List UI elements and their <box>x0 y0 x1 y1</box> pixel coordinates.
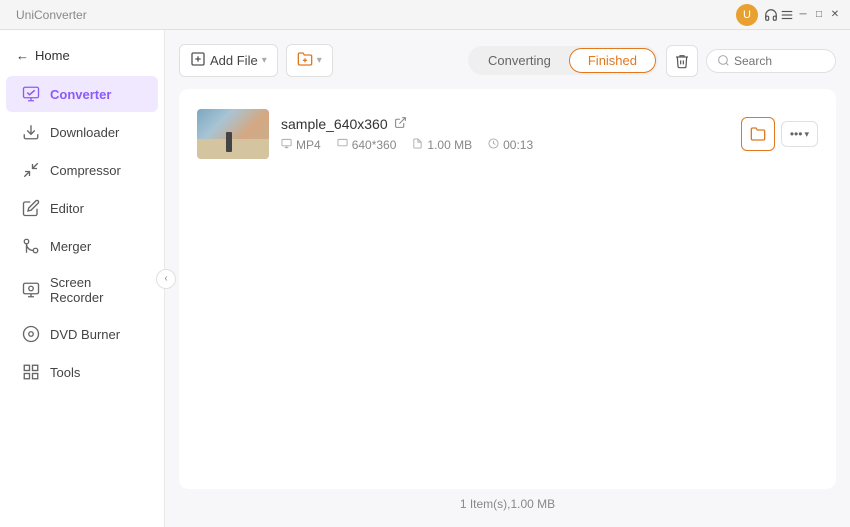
converter-icon <box>22 85 40 103</box>
thumbnail-image <box>197 109 269 159</box>
minimize-button[interactable]: ─ <box>796 8 810 22</box>
file-resolution-item: 640*360 <box>337 138 397 152</box>
app-layout: ← Home Converter Downloader <box>0 30 850 527</box>
home-label: Home <box>35 48 70 63</box>
menu-icon[interactable] <box>780 8 794 22</box>
maximize-button[interactable]: □ <box>812 8 826 22</box>
sidebar-item-merger[interactable]: Merger <box>6 228 158 264</box>
more-chevron-icon: ▾ <box>804 129 809 140</box>
file-name-row: sample_640x360 <box>281 116 729 132</box>
file-duration-item: 00:13 <box>488 138 533 152</box>
file-size: 1.00 MB <box>427 138 472 152</box>
toolbar: Add File ▾ ▾ Converting Finished <box>179 44 836 77</box>
back-arrow-icon: ← <box>16 48 29 63</box>
resolution-icon <box>337 138 348 152</box>
close-button[interactable]: ✕ <box>828 8 842 22</box>
file-format: MP4 <box>296 138 321 152</box>
add-file-button[interactable]: Add File ▾ <box>179 44 278 77</box>
downloader-label: Downloader <box>50 125 119 140</box>
status-bar: 1 Item(s),1.00 MB <box>179 489 836 513</box>
add-folder-button[interactable]: ▾ <box>286 44 333 77</box>
delete-button[interactable] <box>666 45 698 77</box>
compressor-label: Compressor <box>50 163 121 178</box>
downloader-icon <box>22 123 40 141</box>
add-file-dropdown-icon: ▾ <box>262 55 267 66</box>
status-label: 1 Item(s),1.00 MB <box>460 497 555 511</box>
editor-icon <box>22 199 40 217</box>
profile-icon[interactable]: U <box>736 4 758 26</box>
sidebar-item-dvd-burner[interactable]: DVD Burner <box>6 316 158 352</box>
support-icon[interactable] <box>764 8 778 22</box>
screen-recorder-icon <box>22 281 40 299</box>
sidebar: ← Home Converter Downloader <box>0 30 165 527</box>
sidebar-item-downloader[interactable]: Downloader <box>6 114 158 150</box>
duration-icon <box>488 138 499 152</box>
more-dot-icon: ••• <box>790 127 803 141</box>
compressor-icon <box>22 161 40 179</box>
file-duration: 00:13 <box>503 138 533 152</box>
tools-icon <box>22 363 40 381</box>
editor-label: Editor <box>50 201 84 216</box>
merger-icon <box>22 237 40 255</box>
file-resolution: 640*360 <box>352 138 397 152</box>
file-meta: MP4 640*360 1.00 MB <box>281 138 729 152</box>
sidebar-item-converter[interactable]: Converter <box>6 76 158 112</box>
more-actions-button[interactable]: ••• ▾ <box>781 121 818 147</box>
tab-converting[interactable]: Converting <box>470 49 569 72</box>
tab-area: Converting Finished <box>468 46 658 75</box>
dvd-burner-label: DVD Burner <box>50 327 120 342</box>
add-folder-dropdown-icon: ▾ <box>317 55 322 66</box>
size-icon <box>412 138 423 152</box>
tab-finished[interactable]: Finished <box>569 48 656 73</box>
merger-label: Merger <box>50 239 91 254</box>
open-folder-button[interactable] <box>741 117 775 151</box>
format-icon <box>281 138 292 152</box>
add-folder-icon <box>297 51 313 70</box>
sidebar-item-tools[interactable]: Tools <box>6 354 158 390</box>
tools-label: Tools <box>50 365 80 380</box>
file-actions: ••• ▾ <box>741 117 818 151</box>
file-link-icon[interactable] <box>394 116 407 132</box>
sidebar-item-compressor[interactable]: Compressor <box>6 152 158 188</box>
sidebar-item-screen-recorder[interactable]: Screen Recorder <box>6 266 158 314</box>
file-item: sample_640x360 MP4 <box>189 99 826 169</box>
search-icon <box>717 54 730 67</box>
converter-label: Converter <box>50 87 111 102</box>
main-content: Add File ▾ ▾ Converting Finished <box>165 30 850 527</box>
file-thumbnail <box>197 109 269 159</box>
add-file-icon <box>190 51 206 70</box>
screen-recorder-label: Screen Recorder <box>50 275 142 305</box>
search-input[interactable] <box>734 54 824 68</box>
sidebar-item-editor[interactable]: Editor <box>6 190 158 226</box>
sidebar-back-home[interactable]: ← Home <box>0 40 164 71</box>
dvd-burner-icon <box>22 325 40 343</box>
file-size-item: 1.00 MB <box>412 138 472 152</box>
content-area: sample_640x360 MP4 <box>179 89 836 489</box>
sidebar-collapse-button[interactable]: ‹ <box>156 269 176 289</box>
file-name: sample_640x360 <box>281 116 388 132</box>
add-file-label: Add File <box>210 53 258 68</box>
file-info: sample_640x360 MP4 <box>281 116 729 152</box>
search-box[interactable] <box>706 49 836 73</box>
file-format-item: MP4 <box>281 138 321 152</box>
titlebar: UniConverter U ─ □ ✕ <box>0 0 850 30</box>
